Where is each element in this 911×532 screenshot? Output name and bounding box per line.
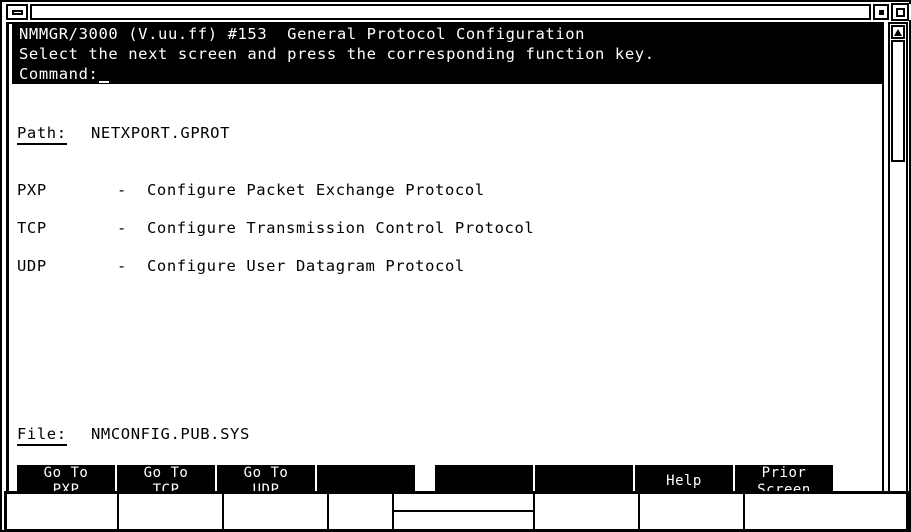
maximize-button[interactable] bbox=[891, 3, 909, 21]
menu-item-udp-description: Configure User Datagram Protocol bbox=[147, 257, 465, 275]
command-input-cursor[interactable] bbox=[99, 81, 109, 83]
command-prompt-label: Command: bbox=[19, 65, 99, 83]
function-key-f3-line1: Go To bbox=[243, 465, 289, 481]
scrollbar-track[interactable] bbox=[891, 40, 905, 492]
status-cell-2[interactable] bbox=[119, 494, 224, 529]
menu-item-pxp-description: Configure Packet Exchange Protocol bbox=[147, 181, 485, 199]
status-cell-1[interactable] bbox=[7, 494, 119, 529]
window-title-text bbox=[30, 4, 871, 20]
screen-title-line: NMMGR/3000 (V.uu.ff) #153 General Protoc… bbox=[19, 25, 586, 43]
status-cell-8[interactable] bbox=[745, 494, 847, 529]
instruction-line: Select the next screen and press the cor… bbox=[19, 45, 655, 63]
menu-item-pxp-dash: - bbox=[117, 181, 127, 199]
function-key-f7-line1: Help bbox=[666, 473, 702, 489]
file-value: NMCONFIG.PUB.SYS bbox=[91, 425, 250, 443]
scrollbar-thumb[interactable] bbox=[891, 40, 905, 162]
status-cell-3[interactable] bbox=[224, 494, 329, 529]
terminal-header-block: NMMGR/3000 (V.uu.ff) #153 General Protoc… bbox=[12, 24, 882, 84]
maximize-icon bbox=[895, 7, 905, 17]
vertical-scrollbar[interactable] bbox=[888, 22, 908, 510]
minimize-icon bbox=[878, 9, 884, 15]
path-label: Path: bbox=[17, 123, 67, 145]
terminal-region: NMMGR/3000 (V.uu.ff) #153 General Protoc… bbox=[4, 22, 911, 532]
menu-item-pxp-code[interactable]: PXP bbox=[17, 180, 47, 200]
file-label: File: bbox=[17, 424, 67, 446]
menu-item-udp-dash: - bbox=[117, 257, 127, 275]
menu-item-tcp-description: Configure Transmission Control Protocol bbox=[147, 219, 535, 237]
window-title-bar[interactable] bbox=[4, 3, 911, 21]
function-key-f1-line1: Go To bbox=[43, 465, 89, 481]
minimize-button[interactable] bbox=[873, 4, 889, 20]
window-menu-button[interactable] bbox=[6, 4, 28, 20]
path-value: NETXPORT.GPROT bbox=[91, 124, 231, 142]
status-bar bbox=[4, 491, 909, 532]
terminal-screen[interactable]: NMMGR/3000 (V.uu.ff) #153 General Protoc… bbox=[6, 22, 884, 510]
status-cell-6[interactable] bbox=[535, 494, 640, 529]
window-menu-icon bbox=[11, 9, 23, 15]
menu-item-tcp-code[interactable]: TCP bbox=[17, 218, 47, 238]
function-key-f8-line1: Prior bbox=[761, 465, 807, 481]
function-key-f2-line1: Go To bbox=[143, 465, 189, 481]
menu-item-tcp-dash: - bbox=[117, 219, 127, 237]
status-cell-4[interactable] bbox=[329, 494, 394, 529]
status-cell-5[interactable] bbox=[394, 494, 535, 529]
status-cell-5-divider bbox=[394, 510, 533, 512]
status-cell-7[interactable] bbox=[640, 494, 745, 529]
scroll-up-arrow-icon bbox=[894, 28, 902, 36]
scroll-up-button[interactable] bbox=[891, 25, 905, 39]
application-window: NMMGR/3000 (V.uu.ff) #153 General Protoc… bbox=[0, 0, 911, 532]
menu-item-udp-code[interactable]: UDP bbox=[17, 256, 47, 276]
